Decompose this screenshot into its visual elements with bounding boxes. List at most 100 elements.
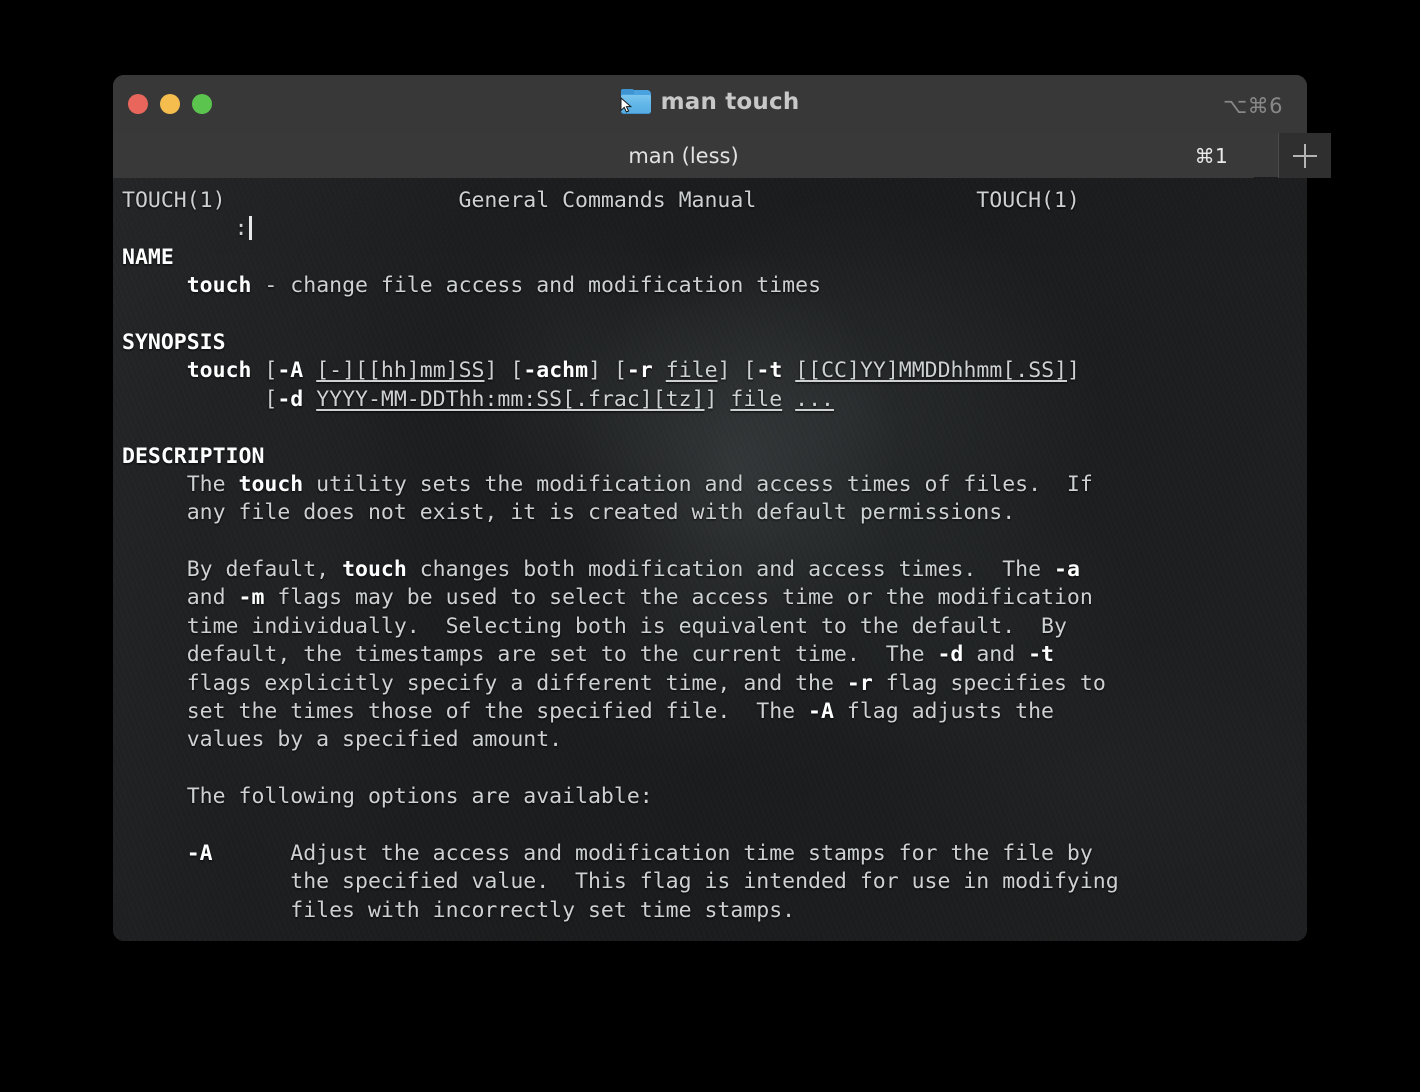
terminal-text: The following options are available: [122, 784, 653, 810]
terminal-text: set the times those of the specified fil… [122, 699, 809, 725]
terminal-body[interactable]: TOUCH(1) General Commands Manual TOUCH(1… [113, 178, 1307, 941]
terminal-text: -t [1028, 642, 1054, 668]
terminal-text: flags explicitly specify a different tim… [122, 670, 847, 696]
terminal-line: NAME [122, 244, 1307, 272]
terminal-text: ] [ [484, 358, 524, 384]
terminal-text: [ [251, 358, 278, 384]
window-titlebar: man touch ⌥⌘6 [113, 75, 1307, 133]
terminal-line: [-d YYYY-MM-DDThh:mm:SS[.frac][tz]] file… [122, 386, 1307, 414]
terminal-text: ] [1067, 358, 1080, 384]
terminal-text: flags may be used to select the access t… [264, 585, 1093, 611]
window-shortcut-hint: ⌥⌘6 [1222, 94, 1283, 118]
terminal-text: [[CC]YY]MMDDhhmm[.SS] [795, 358, 1068, 384]
terminal-text: flag specifies to [872, 670, 1106, 696]
cursor-arrow-icon [620, 97, 632, 113]
terminal-text: touch [186, 358, 252, 384]
terminal-line: SYNOPSIS [122, 329, 1307, 357]
terminal-text: the specified value. This flag is intend… [122, 869, 1119, 895]
terminal-text: - change file access and modification ti… [251, 273, 822, 299]
terminal-text: The [122, 471, 239, 497]
terminal-text: touch [238, 471, 304, 497]
terminal-line: time individually. Selecting both is equ… [122, 613, 1307, 641]
terminal-text: -t [756, 358, 783, 384]
terminal-text: any file does not exist, it is created w… [122, 500, 1016, 526]
terminal-text: -d [277, 386, 304, 412]
tab-man-less[interactable]: man (less) ⌘1 [113, 133, 1254, 178]
terminal-text: ] [ [717, 358, 757, 384]
terminal-text: YYYY-MM-DDThh:mm:SS[.frac][tz] [316, 386, 705, 412]
terminal-line: files with incorrectly set time stamps. [122, 897, 1307, 925]
window-title-group: man touch [113, 89, 1307, 115]
terminal-line: By default, touch changes both modificat… [122, 556, 1307, 584]
terminal-text: and [122, 585, 239, 611]
terminal-line: touch - change file access and modificat… [122, 272, 1307, 300]
terminal-text: SYNOPSIS [122, 329, 226, 355]
terminal-text: -A [186, 840, 213, 866]
terminal-text: files with incorrectly set time stamps. [122, 897, 796, 923]
terminal-text: changes both modification and access tim… [406, 557, 1055, 583]
terminal-line: The following options are available: [122, 783, 1307, 811]
tab-shortcut: ⌘1 [1194, 143, 1228, 168]
terminal-text: Adjust the access and modification time … [212, 840, 1093, 866]
terminal-text: ] [ [588, 358, 627, 384]
terminal-text: file [665, 358, 718, 384]
terminal-text: and [963, 642, 1029, 668]
new-tab-button[interactable] [1278, 133, 1331, 178]
terminal-text: -A [808, 699, 834, 725]
terminal-text: -d [937, 642, 964, 668]
terminal-text: [-][[hh]mm]SS [316, 358, 485, 384]
terminal-line: values by a specified amount. [122, 726, 1307, 754]
terminal-text: -A [277, 358, 304, 384]
terminal-text: -a [1054, 557, 1080, 583]
terminal-text: touch [186, 273, 252, 299]
terminal-text: flag adjusts the [833, 699, 1054, 725]
terminal-line: -A Adjust the access and modification ti… [122, 840, 1307, 868]
terminal-text: By default, [122, 557, 343, 583]
terminal-line: the specified value. This flag is intend… [122, 868, 1307, 896]
terminal-line: The touch utility sets the modification … [122, 471, 1307, 499]
terminal-window: man touch ⌥⌘6 man (less) ⌘1 TOUCH(1) Gen… [113, 75, 1331, 941]
text-cursor [248, 216, 252, 241]
terminal-text: -r [846, 670, 873, 696]
terminal-line: DESCRIPTION [122, 443, 1307, 471]
plus-icon [1293, 143, 1317, 168]
terminal-line: flags explicitly specify a different tim… [122, 670, 1307, 698]
terminal-line: set the times those of the specified fil… [122, 698, 1307, 726]
terminal-text: [ [122, 386, 278, 412]
terminal-text: file [730, 386, 783, 412]
terminal-text-area: TOUCH(1) General Commands Manual TOUCH(1… [113, 178, 1307, 941]
terminal-text: -m [238, 585, 265, 611]
terminal-text: default, the timestamps are set to the c… [122, 642, 938, 668]
less-prompt: : [234, 216, 248, 242]
terminal-text: -achm [523, 358, 589, 384]
terminal-line: and -m flags may be used to select the a… [122, 584, 1307, 612]
folder-icon [620, 89, 651, 115]
terminal-line: default, the timestamps are set to the c… [122, 641, 1307, 669]
terminal-text: values by a specified amount. [122, 727, 563, 753]
less-prompt-row: : [122, 178, 1307, 241]
terminal-line: any file does not exist, it is created w… [122, 499, 1307, 527]
terminal-text: touch [342, 557, 407, 583]
terminal-text: time individually. Selecting both is equ… [122, 613, 1067, 639]
tab-bar: man (less) ⌘1 [113, 133, 1331, 178]
terminal-text: -r [626, 358, 653, 384]
terminal-text: ] [704, 386, 731, 412]
screen-root: man touch ⌥⌘6 man (less) ⌘1 TOUCH(1) Gen… [0, 0, 1420, 1092]
terminal-text: DESCRIPTION [122, 443, 265, 469]
terminal-line: touch [-A [-][[hh]mm]SS] [-achm] [-r fil… [122, 357, 1307, 385]
terminal-text: ... [795, 386, 834, 412]
